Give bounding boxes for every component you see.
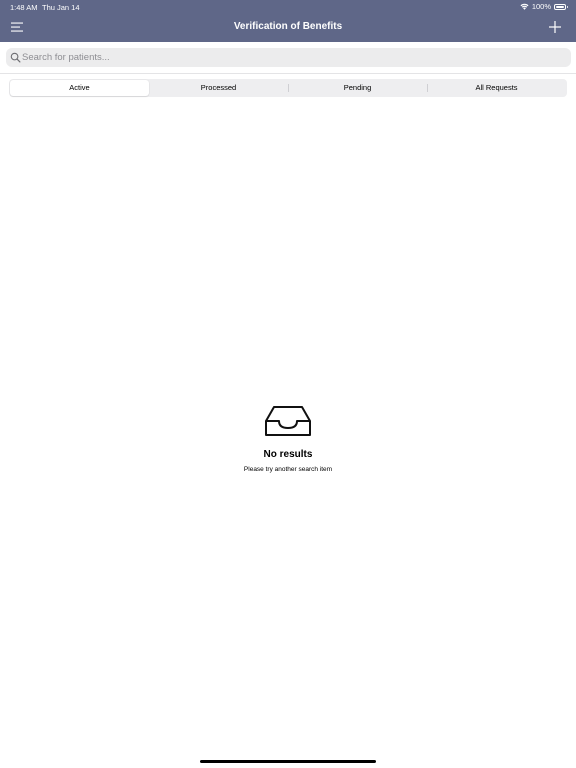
page-title: Verification of Benefits	[233, 21, 343, 32]
search-icon	[10, 52, 21, 63]
tab-processed[interactable]: Processed	[149, 80, 288, 96]
status-date: Thu Jan 14	[42, 3, 80, 12]
empty-state-title: No results	[263, 449, 313, 460]
battery-percent: 100%	[531, 2, 551, 11]
tab-pending[interactable]: Pending	[288, 80, 427, 96]
empty-state-subtitle: Please try another search item	[243, 466, 333, 473]
search-input[interactable]	[22, 48, 562, 67]
status-time: 1:48 AM	[10, 3, 38, 12]
divider	[0, 73, 576, 74]
inbox-icon	[265, 406, 311, 436]
status-indicators: 100%	[520, 2, 568, 11]
battery-icon	[554, 3, 568, 10]
search-bar[interactable]	[6, 48, 571, 67]
tab-all-requests[interactable]: All Requests	[427, 80, 566, 96]
home-indicator[interactable]	[200, 760, 376, 763]
plus-icon[interactable]	[548, 20, 562, 34]
navigation-header: 1:48 AM Thu Jan 14 100% Verification of …	[0, 0, 576, 42]
wifi-icon	[520, 3, 529, 10]
tab-active[interactable]: Active	[10, 80, 149, 96]
status-bar: 1:48 AM Thu Jan 14 100%	[0, 0, 576, 14]
status-segmented-control: Active Processed Pending All Requests	[9, 79, 567, 97]
